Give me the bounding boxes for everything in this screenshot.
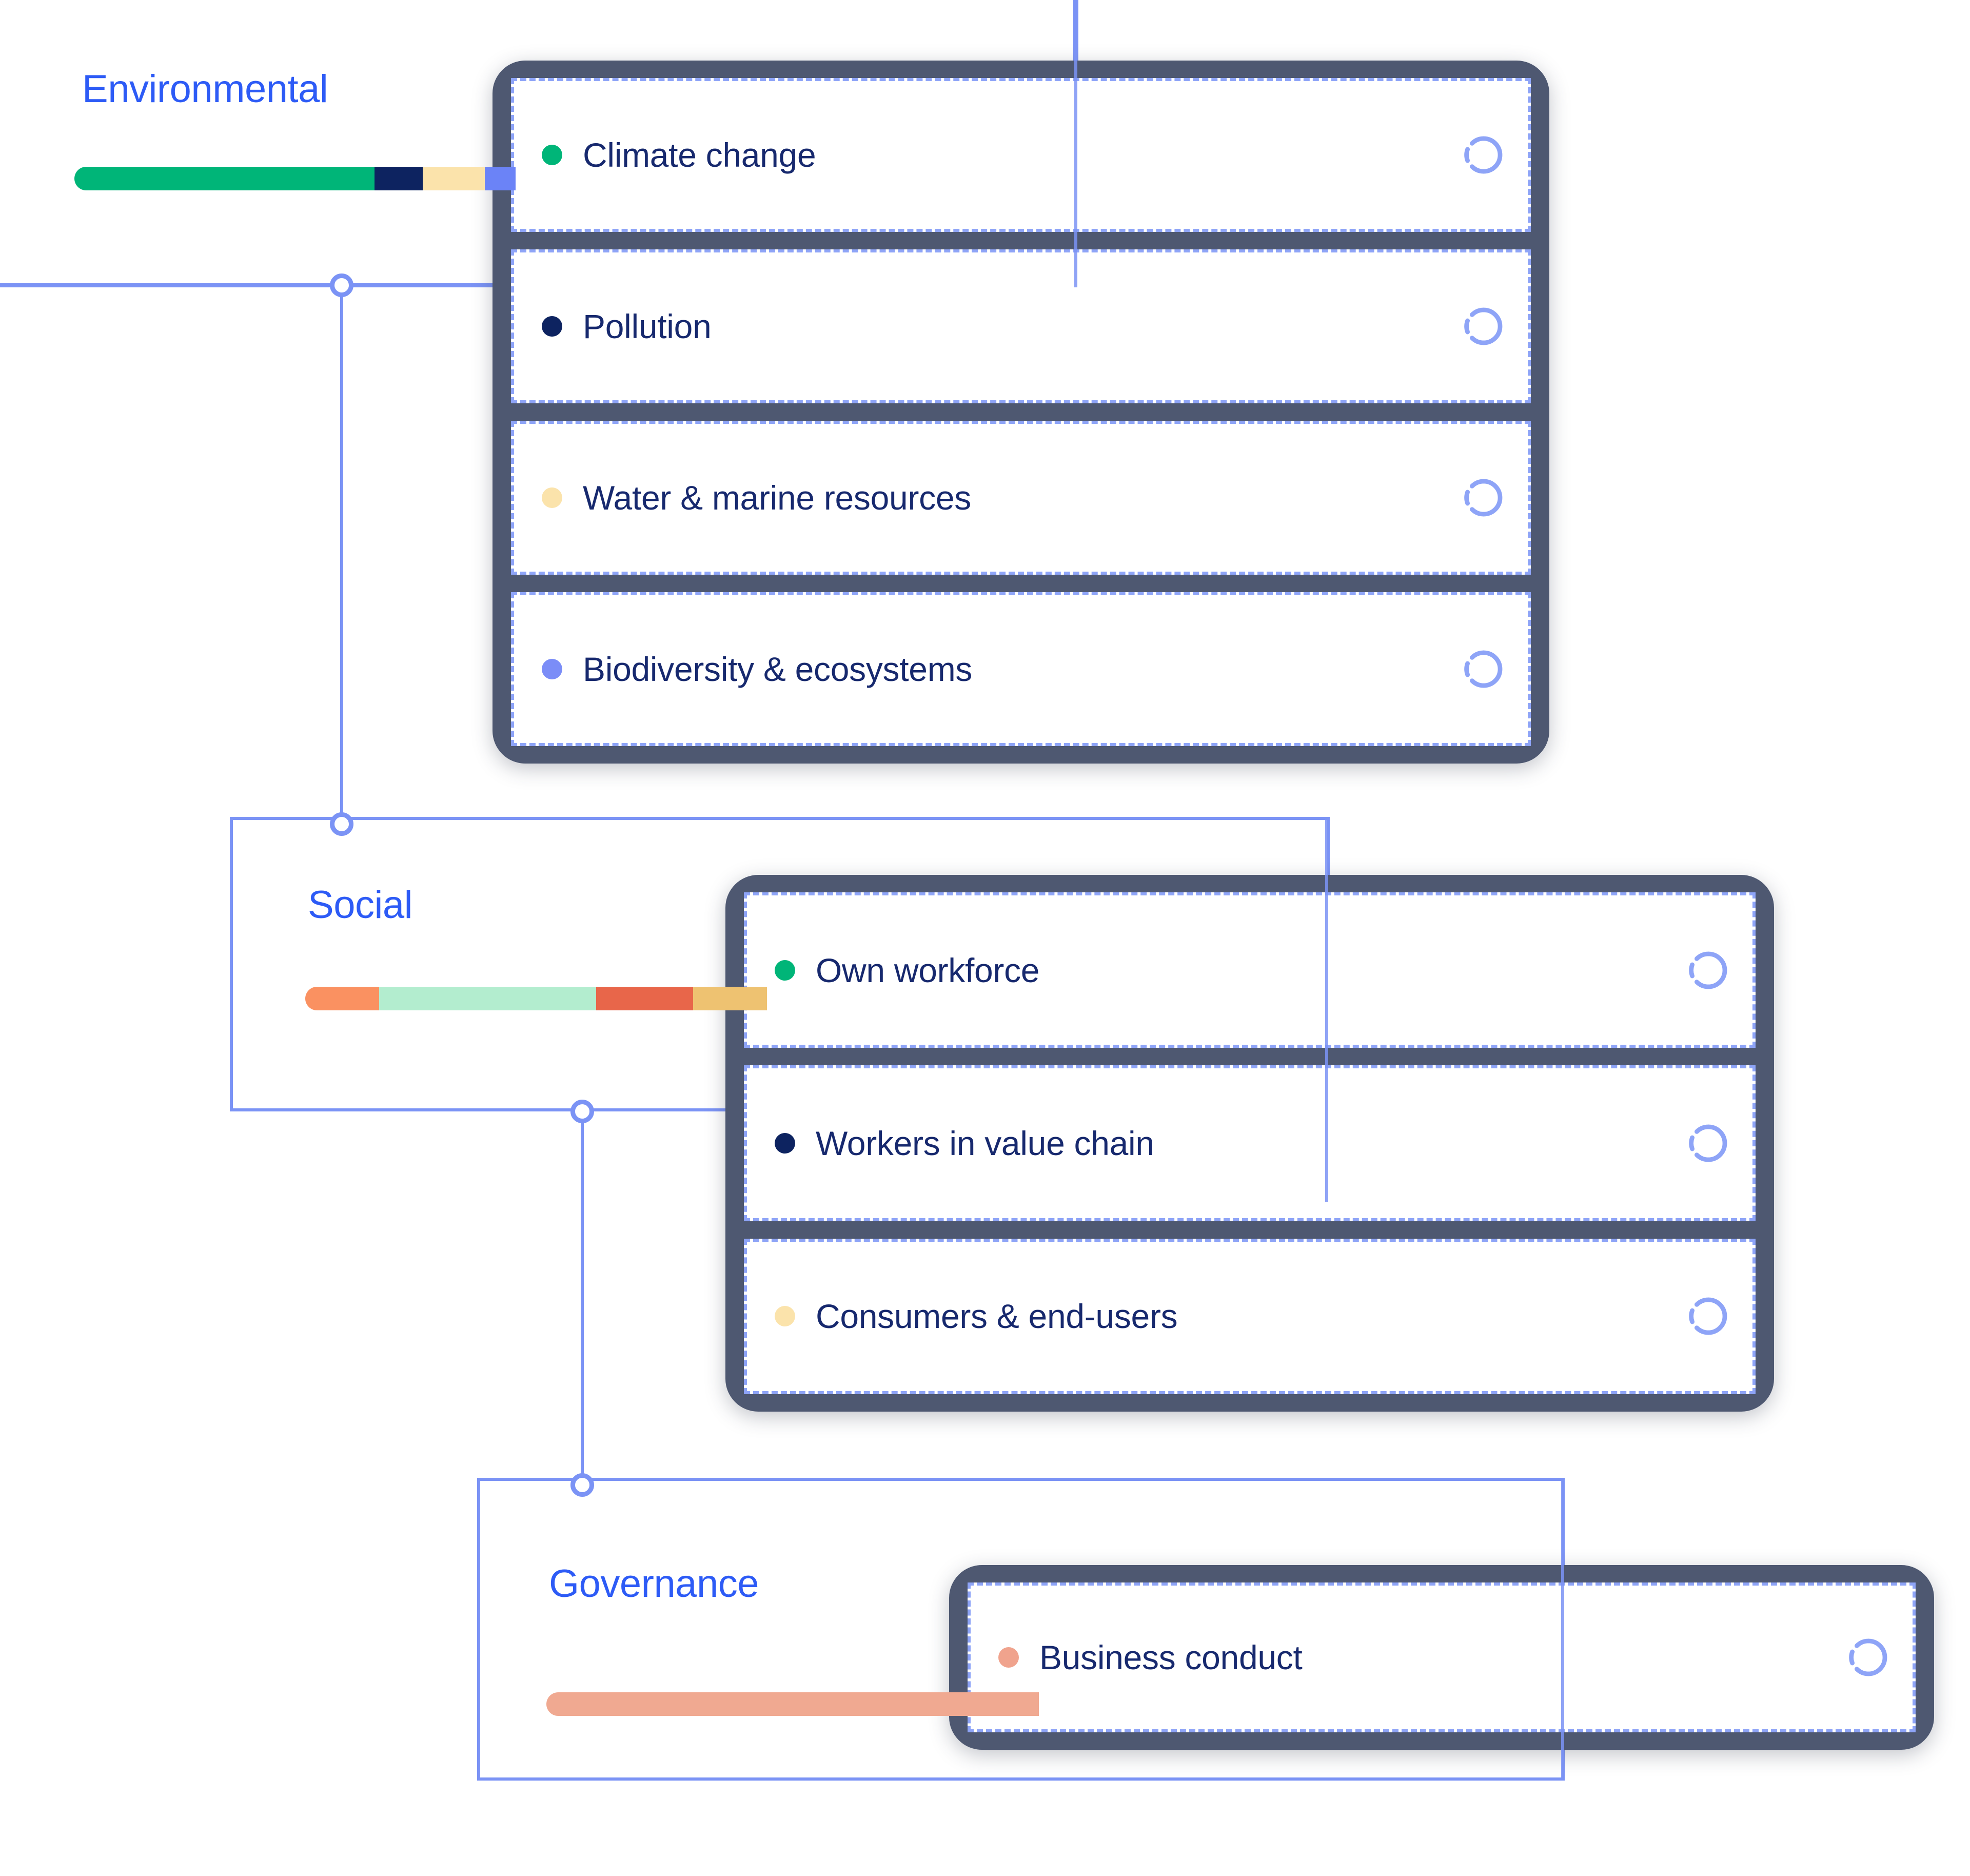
bar-segment bbox=[305, 987, 379, 1010]
bar-segment bbox=[693, 987, 767, 1010]
topic-card-workers-in-value-chain[interactable]: Workers in value chain bbox=[744, 1065, 1756, 1221]
bar-segment bbox=[374, 167, 423, 190]
governance-bar bbox=[546, 1692, 1039, 1716]
topic-dot-icon bbox=[998, 1647, 1019, 1668]
section-label-environmental: Environmental bbox=[82, 67, 328, 111]
topic-dot-icon bbox=[542, 659, 562, 679]
topic-label: Climate change bbox=[583, 136, 816, 174]
bar-segment bbox=[596, 987, 693, 1010]
topic-card-own-workforce[interactable]: Own workforce bbox=[744, 892, 1756, 1048]
topic-label: Business conduct bbox=[1039, 1638, 1303, 1676]
loading-spinner-icon bbox=[1688, 1123, 1729, 1164]
topic-card-consumers-end-users[interactable]: Consumers & end-users bbox=[744, 1238, 1756, 1394]
section-label-social: Social bbox=[308, 883, 413, 927]
environmental-card-container: Climate change Pollution Water & marine … bbox=[493, 61, 1549, 764]
social-card-container: Own workforce Workers in value chain Con… bbox=[725, 875, 1774, 1412]
topic-dot-icon bbox=[775, 960, 795, 981]
topic-label: Pollution bbox=[583, 307, 712, 345]
topic-card-climate-change[interactable]: Climate change bbox=[511, 78, 1531, 232]
topic-label: Own workforce bbox=[816, 951, 1040, 989]
loading-spinner-icon bbox=[1463, 134, 1504, 175]
loading-spinner-icon bbox=[1463, 477, 1504, 518]
connector-governance-inner-vertical bbox=[1561, 1478, 1564, 1781]
section-label-governance: Governance bbox=[549, 1562, 759, 1606]
loading-spinner-icon bbox=[1463, 306, 1504, 347]
topic-dot-icon bbox=[775, 1132, 795, 1154]
connector-social-to-governance bbox=[581, 1111, 584, 1485]
bar-segment bbox=[423, 167, 485, 190]
environmental-bar bbox=[74, 167, 516, 190]
governance-card-container: Business conduct bbox=[949, 1565, 1934, 1750]
topic-card-water-marine-resources[interactable]: Water & marine resources bbox=[511, 421, 1531, 575]
connector-node-environmental bbox=[330, 273, 353, 297]
bar-segment bbox=[484, 167, 516, 190]
connector-node-social-bottom bbox=[570, 1100, 594, 1123]
bar-segment bbox=[379, 987, 596, 1010]
bar-segment bbox=[74, 167, 375, 190]
esrs-topics-diagram: Environmental Climate change Pollution W… bbox=[0, 0, 1970, 1876]
connector-node-social-top bbox=[330, 812, 353, 836]
loading-spinner-icon bbox=[1848, 1637, 1889, 1678]
connector-env-to-social bbox=[340, 285, 343, 824]
topic-dot-icon bbox=[542, 487, 562, 508]
connector-env-inner-vertical bbox=[1074, 0, 1077, 287]
topic-dot-icon bbox=[542, 316, 562, 337]
connector-node-governance-top bbox=[570, 1473, 594, 1497]
topic-dot-icon bbox=[542, 145, 562, 165]
social-bar bbox=[305, 987, 767, 1010]
bar-segment bbox=[546, 1692, 1039, 1716]
topic-card-biodiversity-ecosystems[interactable]: Biodiversity & ecosystems bbox=[511, 592, 1531, 746]
topic-label: Consumers & end-users bbox=[816, 1297, 1178, 1336]
loading-spinner-icon bbox=[1463, 649, 1504, 690]
topic-card-pollution[interactable]: Pollution bbox=[511, 249, 1531, 403]
loading-spinner-icon bbox=[1688, 950, 1729, 991]
topic-dot-icon bbox=[775, 1306, 795, 1327]
connector-social-inner-vertical bbox=[1325, 817, 1328, 1202]
topic-label: Biodiversity & ecosystems bbox=[583, 650, 973, 688]
topic-card-business-conduct[interactable]: Business conduct bbox=[968, 1582, 1916, 1732]
topic-label: Water & marine resources bbox=[583, 479, 971, 517]
loading-spinner-icon bbox=[1688, 1296, 1729, 1337]
topic-label: Workers in value chain bbox=[816, 1124, 1154, 1162]
